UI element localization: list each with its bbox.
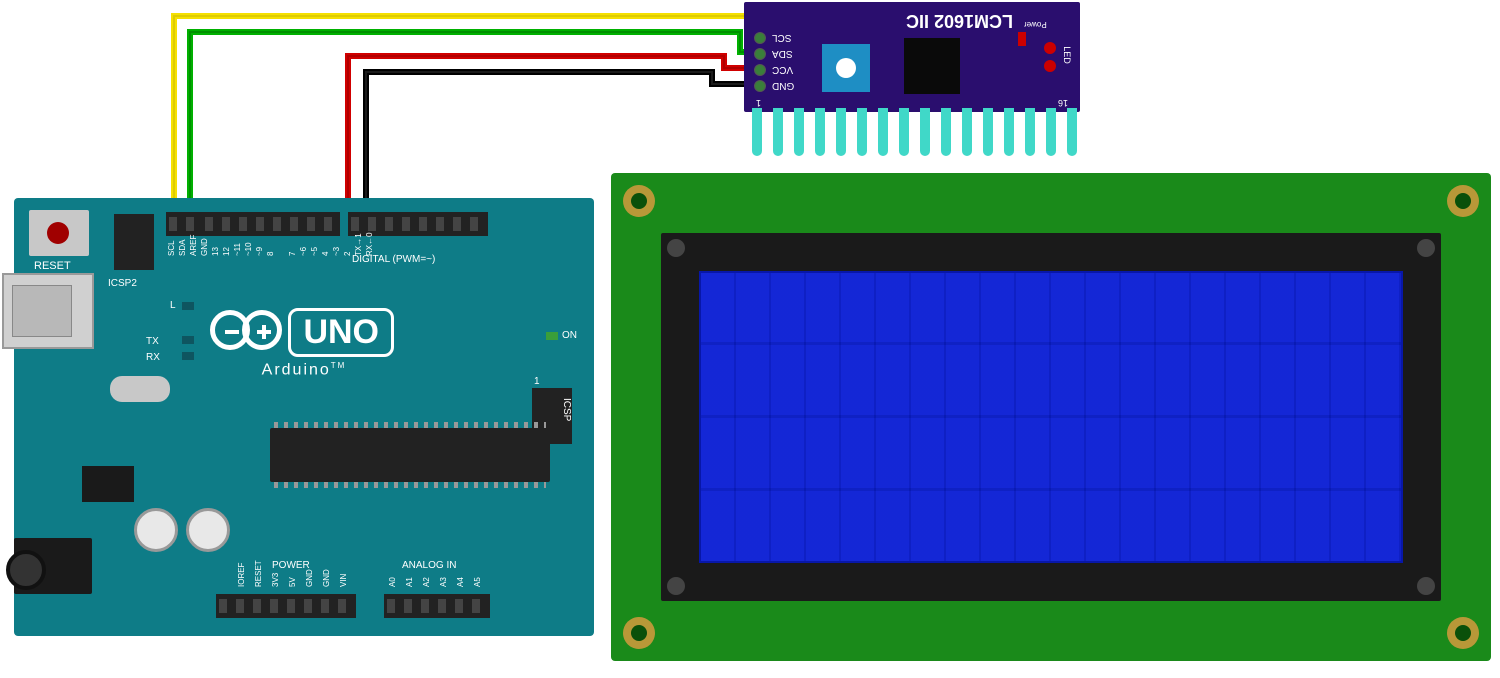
i2c-label-vcc: VCC bbox=[772, 64, 793, 75]
lcd-bezel bbox=[661, 233, 1441, 601]
capacitor-2 bbox=[186, 508, 230, 552]
contrast-potentiometer[interactable] bbox=[822, 44, 870, 92]
header-analog[interactable] bbox=[384, 594, 490, 618]
i2c-pad-scl[interactable] bbox=[754, 32, 766, 44]
l-label: L bbox=[170, 300, 176, 311]
i2c-pad-sda[interactable] bbox=[754, 48, 766, 60]
icsp-pin1-label: 1 bbox=[534, 376, 540, 387]
i2c-power-led bbox=[1018, 32, 1026, 46]
led-l bbox=[182, 302, 194, 310]
reset-label: RESET bbox=[34, 260, 71, 272]
led-on bbox=[546, 332, 558, 340]
arduino-brand-label: Arduino bbox=[262, 361, 331, 378]
mount-hole bbox=[1447, 185, 1479, 217]
backlight-jumper[interactable] bbox=[1044, 42, 1058, 74]
dc-power-jack bbox=[14, 538, 92, 594]
icsp2-header[interactable] bbox=[114, 214, 154, 270]
header-digital-8-13[interactable] bbox=[202, 212, 340, 236]
icsp-label: ICSP bbox=[561, 398, 572, 421]
i2c-led-label: LED bbox=[1062, 46, 1072, 64]
i2c-label-scl: SCL bbox=[772, 32, 791, 43]
mount-hole bbox=[1447, 617, 1479, 649]
voltage-regulator bbox=[82, 466, 134, 502]
power-pin-labels: IOREFRESET3V35VGNDGNDVIN bbox=[216, 574, 352, 583]
usb-port bbox=[2, 273, 94, 349]
i2c-header-pins bbox=[744, 108, 1080, 156]
rx-label: RX bbox=[146, 352, 160, 363]
capacitor-1 bbox=[134, 508, 178, 552]
arduino-uno-board: RESET ICSP2 SCLSDAAREFGND1312~11~10~987~… bbox=[14, 198, 594, 636]
lcd-screen bbox=[699, 271, 1403, 563]
atmega-chip bbox=[270, 428, 550, 482]
uno-model-label: UNO bbox=[288, 308, 394, 357]
icsp2-label: ICSP2 bbox=[108, 278, 137, 289]
arduino-logo: UNO ArduinoTM bbox=[214, 308, 394, 379]
i2c-label-gnd: GND bbox=[772, 80, 794, 91]
mount-hole bbox=[623, 185, 655, 217]
reset-button[interactable] bbox=[29, 210, 89, 256]
pcf8574-chip bbox=[904, 38, 960, 94]
i2c-pad-vcc[interactable] bbox=[754, 64, 766, 76]
tx-label: TX bbox=[146, 336, 159, 347]
i2c-pin16-label: 16 bbox=[1058, 98, 1068, 108]
i2c-pin1-label: 1 bbox=[756, 98, 761, 108]
mount-hole bbox=[623, 617, 655, 649]
header-power[interactable] bbox=[216, 594, 356, 618]
i2c-lcd-backpack: SCL SDA VCC GND 1 16 LCM1602 IIC Power L… bbox=[744, 2, 1080, 112]
led-tx bbox=[182, 336, 194, 344]
header-scl-sda[interactable] bbox=[166, 212, 202, 236]
crystal-oscillator bbox=[110, 376, 170, 402]
i2c-module-name: LCM1602 IIC bbox=[906, 10, 1013, 31]
digital-section-label: DIGITAL (PWM=~) bbox=[352, 254, 435, 265]
analog-pin-labels: A0A1A2A3A4A5 bbox=[384, 574, 486, 583]
i2c-pad-gnd[interactable] bbox=[754, 80, 766, 92]
i2c-label-sda: SDA bbox=[772, 48, 793, 59]
on-label: ON bbox=[562, 330, 577, 341]
lcd-2004-module bbox=[611, 173, 1491, 661]
i2c-power-label: Power bbox=[1024, 20, 1047, 29]
top-pin-labels: SCLSDAAREFGND1312~11~10~987~6~54~32TX→1R… bbox=[166, 246, 375, 255]
led-rx bbox=[182, 352, 194, 360]
